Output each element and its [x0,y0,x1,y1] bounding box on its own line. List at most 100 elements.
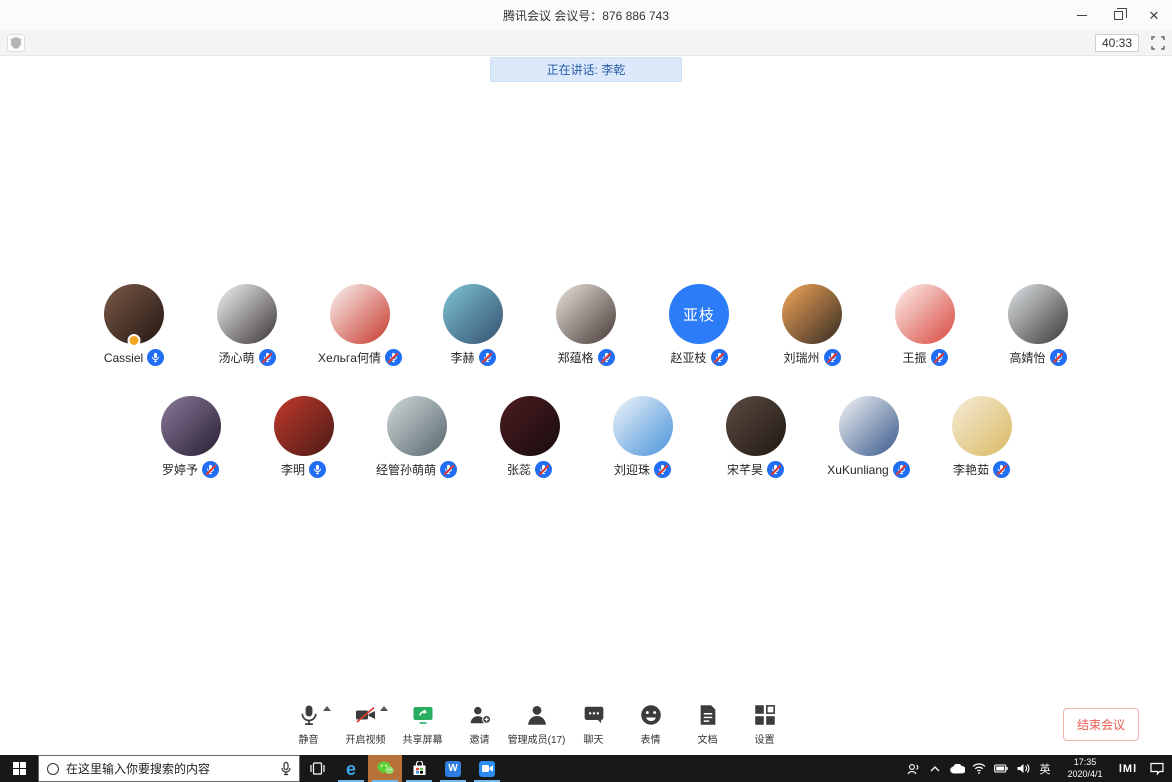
mic-status-icon [930,349,948,366]
participant-tile[interactable]: 汤心萌 [191,284,304,366]
microsoft-store-icon [413,761,425,775]
close-button[interactable]: ✕ [1136,0,1172,30]
mic-status-icon [202,461,219,478]
expand-arrow-icon[interactable] [322,706,331,711]
meeting-main-area: 正在讲话: 李乾 Cassiel 汤心萌 Xeльгa何倩 李赫 郑蕴格 亚枝 … [0,56,1172,755]
participant-tile[interactable]: 宋芊昊 [699,396,812,478]
mic-status-icon [767,461,784,478]
mic-status-icon [384,349,402,366]
toolbar-item-docs[interactable]: 文档 [679,700,736,746]
participant-name: 李赫 [450,351,475,365]
restore-icon [1113,7,1127,20]
taskbar-clock[interactable]: 17:35 2020/4/1 [1056,757,1114,780]
speaking-banner: 正在讲话: 李乾 [490,57,682,82]
end-meeting-button[interactable]: 结束会议 [1062,708,1139,741]
tencent-meeting-window: 腾讯会议 会议号：876 886 743 ✕ 40:33 正在讲话: 李乾 Ca… [0,0,1172,782]
participant-nameline: 经管孙萌萌 [376,461,457,478]
m-tray-icon[interactable]: lMl [1114,763,1142,775]
avatar [556,284,616,344]
start-button[interactable] [0,755,38,782]
windows-taskbar: 在这里输入你要搜索的内容 e W 英 17:35 2020/4/1 lMl [0,755,1172,782]
participant-name: 刘瑞州 [783,351,820,365]
toolbar-item-label: 邀请 [469,735,490,746]
participant-tile[interactable]: 高婧怡 [982,284,1095,366]
participant-tile[interactable]: 郑蕴格 [530,284,643,366]
participant-nameline: 王振 [902,349,948,366]
wps-icon: W [445,760,461,777]
toolbar-item-label: 表情 [640,735,661,746]
participant-nameline: 郑蕴格 [557,349,615,366]
wechat-icon [377,761,394,774]
participants-row-1: Cassiel 汤心萌 Xeльгa何倩 李赫 郑蕴格 亚枝 赵亚枝 刘瑞州 王… [0,284,1172,366]
participant-tile[interactable]: 罗婷予 [134,396,247,478]
minimize-button[interactable] [1064,0,1100,30]
volume-icon[interactable] [1012,763,1034,774]
battery-icon[interactable] [990,764,1012,773]
participant-tile[interactable]: XuKunliang [812,396,925,478]
task-view-button[interactable] [300,755,334,782]
toolbar-item-settings[interactable]: 设置 [736,700,793,746]
fullscreen-button[interactable] [1151,35,1165,50]
taskbar-store-app[interactable] [402,755,436,782]
mic-status-icon [258,349,276,366]
taskbar-wechat-app[interactable] [368,755,402,782]
people-tray-icon[interactable] [902,763,924,775]
notification-bubble-icon [1150,762,1164,775]
toolbar-item-members[interactable]: 管理成员(17) [508,700,565,746]
participant-name: Cassiel [103,350,144,365]
participant-tile[interactable]: Cassiel [78,284,191,366]
toolbar-item-mute[interactable]: 静音 [280,700,337,746]
participant-nameline: 汤心萌 [218,349,276,366]
participant-tile[interactable]: 李赫 [417,284,530,366]
participant-tile[interactable]: 张蕊 [473,396,586,478]
avatar [725,396,786,456]
action-center-button[interactable] [1142,762,1172,775]
search-mic-icon[interactable] [281,761,291,776]
participant-tile[interactable]: 经管孙萌萌 [360,396,473,478]
participant-name: 汤心萌 [218,351,255,365]
close-icon: ✕ [1148,7,1160,23]
meeting-security-button[interactable] [7,33,25,52]
participant-tile[interactable]: 亚枝 赵亚枝 [643,284,756,366]
edge-icon: e [345,758,356,779]
toolbar-item-emoji[interactable]: 表情 [622,700,679,746]
onedrive-cloud-icon[interactable] [946,763,968,774]
participant-tile[interactable]: 王振 [869,284,982,366]
participant-tile[interactable]: 李明 [247,396,360,478]
taskbar-wps-app[interactable]: W [436,755,470,782]
share-screen-icon [413,707,432,724]
taskbar-search-input[interactable]: 在这里输入你要搜索的内容 [38,755,300,782]
document-icon [700,705,715,725]
taskbar-edge-app[interactable]: e [334,755,368,782]
toolbar-item-label: 静音 [298,735,319,746]
meeting-toolbar: 静音 开启视频 共享屏幕 邀请 管理成员(17) 聊天 表情 文档 设置 [280,700,793,746]
expand-arrow-icon[interactable] [379,706,388,711]
ime-indicator[interactable]: 英 [1034,761,1056,777]
taskbar-meeting-app[interactable] [470,755,504,782]
participant-nameline: 李艳茹 [953,461,1010,478]
taskbar-spacer [504,755,902,782]
mic-status-icon [892,461,910,478]
toolbar-item-chat[interactable]: 聊天 [565,700,622,746]
window-title: 腾讯会议 会议号：876 886 743 [502,8,670,23]
participant-tile[interactable]: 刘瑞州 [756,284,869,366]
task-view-icon [309,762,325,775]
avatar-initials: 亚枝 [682,306,715,324]
toolbar-item-share[interactable]: 共享屏幕 [394,700,451,746]
participant-nameline: 刘瑞州 [783,349,841,366]
participant-tile[interactable]: 刘迎珠 [586,396,699,478]
mic-status-icon [710,349,728,366]
show-hidden-icons-chevron[interactable] [924,765,946,772]
participant-tile[interactable]: 李艳茹 [925,396,1038,478]
toolbar-item-label: 文档 [697,735,718,746]
avatar [499,396,560,456]
wifi-icon[interactable] [968,763,990,774]
toolbar-item-invite[interactable]: 邀请 [451,700,508,746]
mic-status-icon [478,349,496,366]
restore-button[interactable] [1100,0,1136,30]
participant-nameline: XuKunliang [827,461,910,478]
host-badge-icon [127,334,141,347]
participant-tile[interactable]: Xeльгa何倩 [304,284,417,366]
toolbar-item-label: 开启视频 [345,735,386,746]
toolbar-item-video[interactable]: 开启视频 [337,700,394,746]
